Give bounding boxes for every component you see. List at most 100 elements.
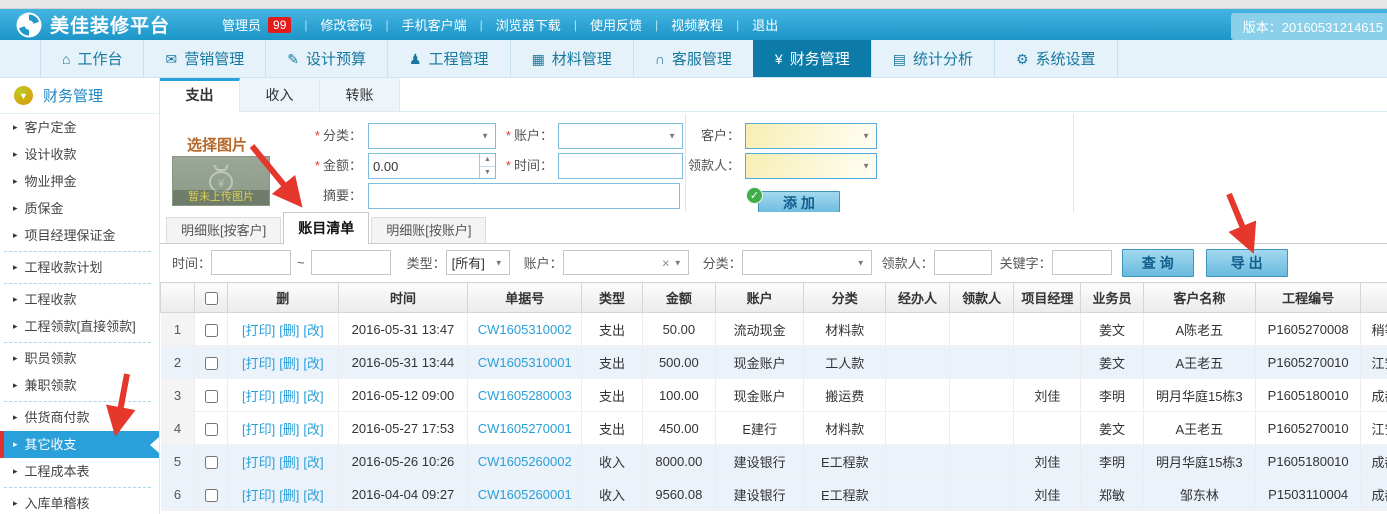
main-tab[interactable]: 转账 xyxy=(320,78,400,111)
chevron-down-icon[interactable]: ▼ xyxy=(857,258,865,267)
filter-payee-input[interactable] xyxy=(934,250,992,275)
chevron-down-icon[interactable]: ▼ xyxy=(495,258,503,267)
nav-item[interactable]: ✎ 设计预算 xyxy=(265,40,387,77)
sidebar-item[interactable]: ▸ 供货商付款 xyxy=(0,404,159,431)
doc-number-link[interactable]: CW1605270001 xyxy=(478,421,572,436)
logout-link[interactable]: 退出 xyxy=(752,15,778,34)
print-link[interactable]: [打印] xyxy=(242,356,275,371)
top-strip xyxy=(0,0,1387,9)
edit-link[interactable]: [改] xyxy=(303,356,323,371)
edit-link[interactable]: [改] xyxy=(303,323,323,338)
sidebar-item[interactable]: ▸ 入库单稽核 xyxy=(0,490,159,514)
doc-number-link[interactable]: CW1605280003 xyxy=(478,388,572,403)
delete-link[interactable]: [删] xyxy=(279,488,299,503)
row-checkbox[interactable] xyxy=(205,357,218,370)
nav-item[interactable]: ▤ 统计分析 xyxy=(871,40,994,77)
cell-payee xyxy=(949,478,1014,511)
nav-item[interactable]: ∩ 客服管理 xyxy=(633,40,753,77)
video-tutorial-link[interactable]: 视频教程 xyxy=(671,15,723,34)
chevron-down-icon[interactable]: ▼ xyxy=(862,132,870,141)
nav-item[interactable]: ▦ 材料管理 xyxy=(510,40,633,77)
cell-category: 材料款 xyxy=(804,313,886,346)
select-all-checkbox[interactable] xyxy=(205,292,218,305)
nav-item[interactable]: ✉ 营销管理 xyxy=(143,40,265,77)
notification-badge[interactable]: 99 xyxy=(268,17,291,33)
doc-number-link[interactable]: CW1605310002 xyxy=(478,322,572,337)
sidebar-item[interactable]: ▸ 职员领款 xyxy=(0,345,159,372)
nav-item[interactable]: ⌂ 工作台 xyxy=(40,40,143,77)
row-checkbox[interactable] xyxy=(205,456,218,469)
browser-download-link[interactable]: 浏览器下载 xyxy=(496,15,561,34)
sidebar-caret-icon[interactable]: ▼ xyxy=(14,86,33,105)
nav-item[interactable]: ♟ 工程管理 xyxy=(387,40,510,77)
print-link[interactable]: [打印] xyxy=(242,455,275,470)
edit-link[interactable]: [改] xyxy=(303,488,323,503)
sidebar-item[interactable]: ▸ 工程收款计划 xyxy=(0,254,159,281)
export-button[interactable]: 导 出 xyxy=(1206,249,1288,277)
change-password-link[interactable]: 修改密码 xyxy=(321,15,373,34)
filter-category-select[interactable]: ▼ xyxy=(742,250,872,275)
add-check-icon: ✓ xyxy=(746,187,763,204)
sidebar-item[interactable]: ▸ 工程成本表 xyxy=(0,458,159,485)
cell-customer: A王老五 xyxy=(1143,412,1255,445)
cell-project: P1605270008 xyxy=(1255,313,1361,346)
main-tab[interactable]: 支出 xyxy=(160,78,240,112)
delete-link[interactable]: [删] xyxy=(279,356,299,371)
nav-item[interactable]: ¥ 财务管理 xyxy=(753,40,871,77)
cell-pm: 刘佳 xyxy=(1014,445,1081,478)
nav-item[interactable]: ⚙ 系统设置 xyxy=(994,40,1118,77)
sidebar-item[interactable]: ▸ 其它收支 xyxy=(0,431,159,458)
doc-number-link[interactable]: CW1605260002 xyxy=(478,454,572,469)
edit-link[interactable]: [改] xyxy=(303,455,323,470)
print-link[interactable]: [打印] xyxy=(242,488,275,503)
payee-select[interactable]: ▼ xyxy=(745,153,877,179)
edit-link[interactable]: [改] xyxy=(303,422,323,437)
row-checkbox[interactable] xyxy=(205,423,218,436)
delete-link[interactable]: [删] xyxy=(279,389,299,404)
doc-number-link[interactable]: CW1605260001 xyxy=(478,487,572,502)
delete-link[interactable]: [删] xyxy=(279,455,299,470)
cell-project: P1605180010 xyxy=(1255,379,1361,412)
filter-type-select[interactable]: [所有] ▼ xyxy=(446,250,510,275)
delete-link[interactable]: [删] xyxy=(279,422,299,437)
sub-tab[interactable]: 账目清单 xyxy=(283,212,369,244)
row-number: 6 xyxy=(161,478,195,511)
filter-time-from-input[interactable] xyxy=(211,250,291,275)
sidebar-item[interactable]: ▸ 兼职领款 xyxy=(0,372,159,399)
sub-tab[interactable]: 明细账[按客户] xyxy=(166,217,281,243)
search-button[interactable]: 查 询 xyxy=(1122,249,1194,277)
doc-number-link[interactable]: CW1605310001 xyxy=(478,355,572,370)
sidebar-item[interactable]: ▸ 工程领款[直接领款] xyxy=(0,313,159,340)
amount-input[interactable] xyxy=(373,154,477,178)
image-upload-placeholder[interactable]: ¥ 暂未上传图片 xyxy=(172,156,270,206)
customer-select[interactable]: ▼ xyxy=(745,123,877,149)
print-link[interactable]: [打印] xyxy=(242,323,275,338)
feedback-link[interactable]: 使用反馈 xyxy=(590,15,642,34)
row-checkbox[interactable] xyxy=(205,324,218,337)
mobile-client-link[interactable]: 手机客户端 xyxy=(402,15,467,34)
sidebar-item[interactable]: ▸ 工程收款 xyxy=(0,286,159,313)
filter-time-to-input[interactable] xyxy=(311,250,391,275)
bullet-icon: ▸ xyxy=(13,490,18,514)
main-tab[interactable]: 收入 xyxy=(240,78,320,111)
sub-tab[interactable]: 明细账[按账户] xyxy=(371,217,486,243)
filter-keyword-input[interactable] xyxy=(1052,250,1112,275)
sidebar-item[interactable]: ▸ 项目经理保证金 xyxy=(0,222,159,249)
print-link[interactable]: [打印] xyxy=(242,422,275,437)
choose-image-label[interactable]: 选择图片 xyxy=(187,134,247,155)
chevron-down-icon[interactable]: ▼ xyxy=(674,258,682,267)
chevron-down-icon[interactable]: ▼ xyxy=(862,162,870,171)
grid-icon: ▦ xyxy=(532,52,545,66)
print-link[interactable]: [打印] xyxy=(242,389,275,404)
summary-input[interactable] xyxy=(368,183,680,209)
clear-icon[interactable]: × xyxy=(662,255,670,270)
sidebar-item[interactable]: ▸ 质保金 xyxy=(0,195,159,222)
edit-link[interactable]: [改] xyxy=(303,389,323,404)
sidebar-item[interactable]: ▸ 设计收款 xyxy=(0,141,159,168)
row-checkbox[interactable] xyxy=(205,489,218,502)
row-checkbox[interactable] xyxy=(205,390,218,403)
filter-account-select[interactable]: × ▼ xyxy=(563,250,689,275)
sidebar-item[interactable]: ▸ 物业押金 xyxy=(0,168,159,195)
delete-link[interactable]: [删] xyxy=(279,323,299,338)
sidebar-item[interactable]: ▸ 客户定金 xyxy=(0,114,159,141)
